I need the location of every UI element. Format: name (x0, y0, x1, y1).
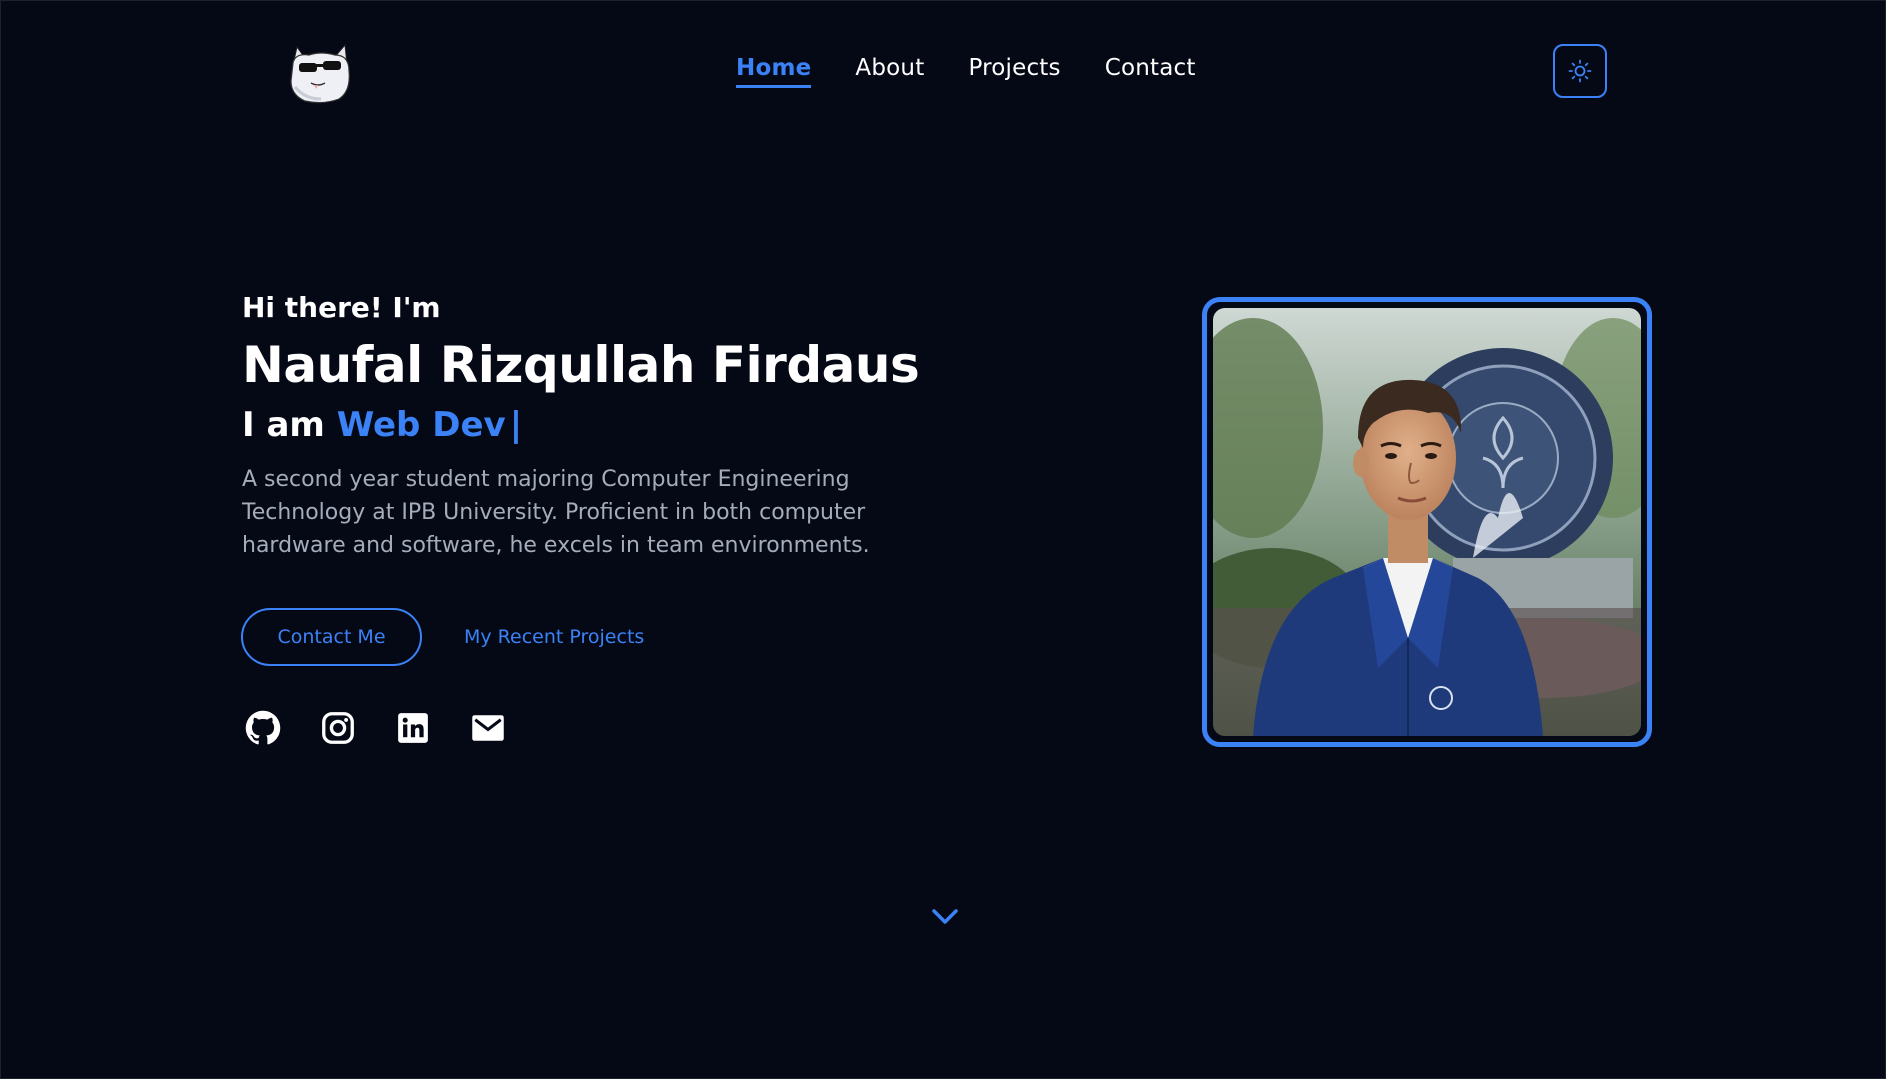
typing-caret: | (509, 405, 523, 445)
nav-projects[interactable]: Projects (968, 55, 1060, 85)
main-nav: Home About Projects Contact (736, 55, 1196, 88)
role-prefix: I am (242, 405, 325, 445)
nav-contact[interactable]: Contact (1105, 55, 1196, 85)
cat-logo-icon (290, 43, 350, 104)
profile-photo-frame (1202, 297, 1652, 747)
github-icon (245, 710, 280, 744)
social-links (244, 709, 506, 746)
hero-description: A second year student majoring Computer … (242, 467, 870, 558)
role-line: I am Web Dev | (242, 405, 922, 445)
profile-photo-image (1213, 308, 1641, 736)
recent-projects-link[interactable]: My Recent Projects (464, 626, 644, 648)
mail-icon (471, 714, 504, 741)
instagram-link[interactable] (319, 709, 356, 746)
linkedin-icon (397, 712, 428, 743)
hero-intro: Hi there! I'm Naufal Rizqullah Firdaus I… (242, 291, 922, 562)
linkedin-link[interactable] (394, 709, 431, 746)
github-link[interactable] (244, 709, 281, 746)
sun-icon (1568, 59, 1592, 83)
contact-me-button[interactable]: Contact Me (241, 608, 422, 666)
navbar: Home About Projects Contact (1, 1, 1885, 143)
hero-name: Naufal Rizqullah Firdaus (242, 336, 920, 394)
profile-photo (1213, 308, 1641, 736)
hero-actions: Contact Me My Recent Projects (241, 608, 644, 666)
logo[interactable] (285, 41, 357, 105)
nav-about[interactable]: About (855, 55, 924, 85)
greeting: Hi there! I'm (242, 291, 441, 324)
email-link[interactable] (469, 709, 506, 746)
nav-home[interactable]: Home (736, 55, 812, 88)
theme-toggle-button[interactable] (1553, 44, 1607, 98)
chevron-down-icon (932, 909, 958, 924)
scroll-down-button[interactable] (930, 904, 960, 928)
instagram-icon (321, 711, 354, 744)
page: Home About Projects Contact Hi there! I'… (0, 0, 1886, 1079)
role-text: Web Dev (336, 405, 506, 445)
